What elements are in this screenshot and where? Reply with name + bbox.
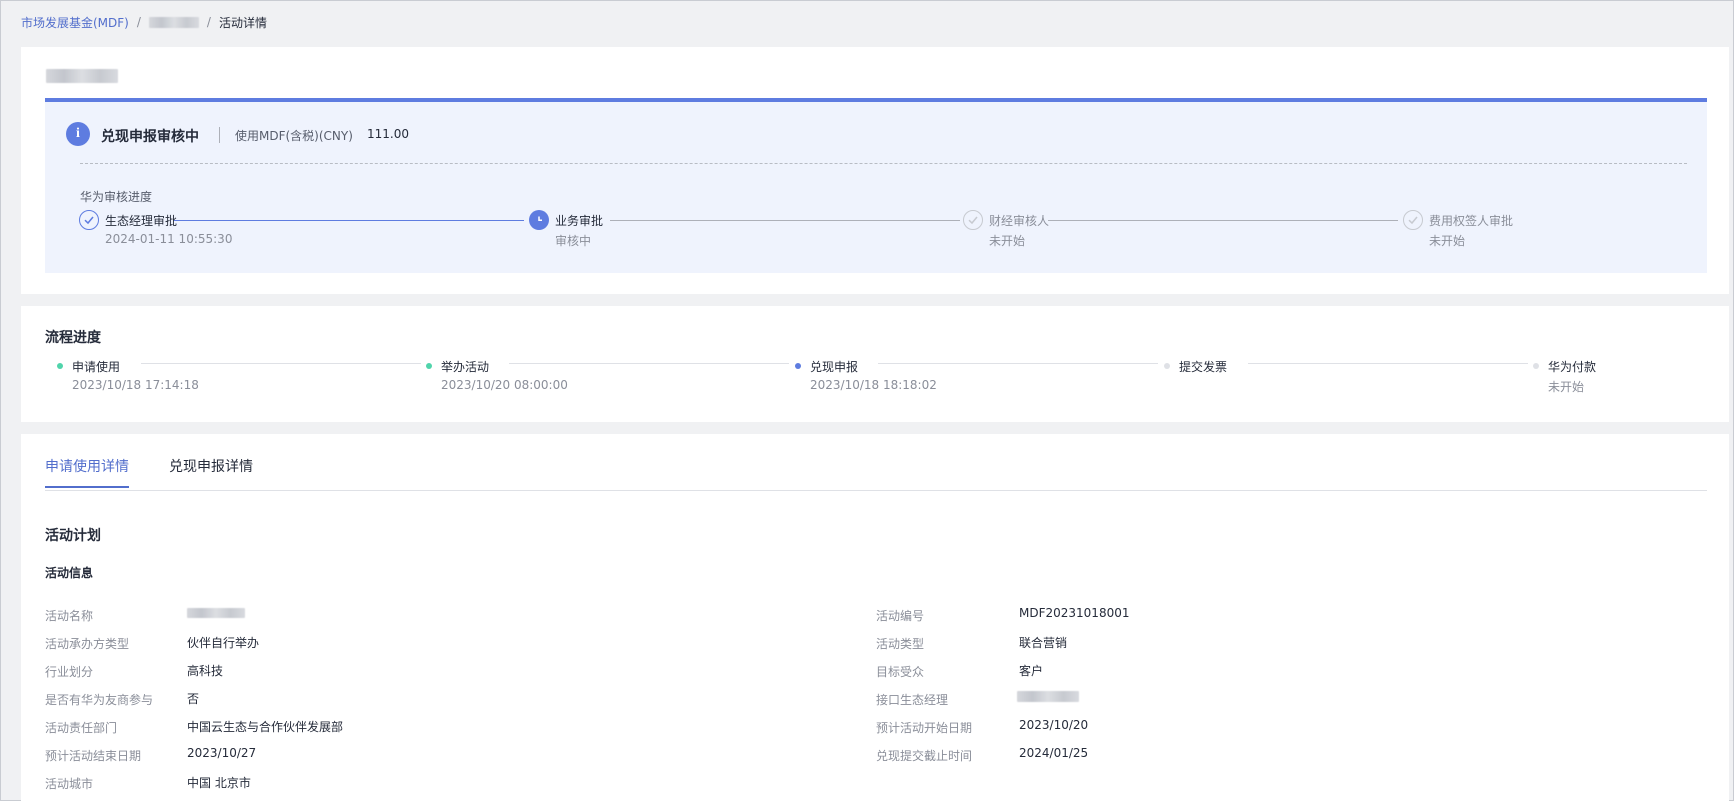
review-step-label: 业务审批: [555, 214, 604, 228]
flow-connector-1: [141, 363, 421, 364]
tab-claim-details[interactable]: 兑现申报详情: [169, 456, 253, 486]
flow-step-time: 2023/10/18 18:18:02: [810, 378, 937, 392]
review-step-label: 生态经理审批: [105, 214, 178, 228]
flow-step-label: 华为付款: [1548, 360, 1597, 374]
breadcrumb-mdf-link[interactable]: 市场发展基金(MDF): [21, 14, 129, 31]
detail-tabs: 申请使用详情 兑现申报详情: [45, 434, 1707, 491]
field-label-start-date: 预计活动开始日期: [876, 721, 973, 735]
check-circle-icon: [1403, 210, 1423, 230]
review-step-status: 未开始: [1429, 234, 1466, 248]
flow-step-dot: [57, 363, 63, 369]
activity-title-redacted: [46, 69, 118, 83]
review-step-status: 审核中: [555, 234, 592, 248]
flow-progress-title: 流程进度: [45, 330, 101, 346]
field-label-city: 活动城市: [45, 777, 94, 791]
flow-step-time: 2023/10/20 08:00:00: [441, 378, 568, 392]
field-label-activity-type: 活动类型: [876, 637, 925, 651]
check-circle-icon: [79, 210, 99, 230]
field-value-activity-id: MDF20231018001: [1019, 606, 1130, 620]
breadcrumb-redacted-link[interactable]: [148, 16, 199, 28]
flow-step-dot: [1533, 363, 1539, 369]
review-progress-label: 华为审核进度: [80, 190, 153, 204]
flow-connector-3: [878, 363, 1158, 364]
field-label-claim-deadline: 兑现提交截止时间: [876, 749, 973, 763]
flow-progress-card: 流程进度 申请使用 2023/10/18 17:14:18 举办活动 2023/…: [21, 306, 1729, 422]
review-step-label: 财经审核人: [989, 214, 1050, 228]
field-value-activity-name-redacted: [187, 608, 245, 618]
field-label-audience: 目标受众: [876, 665, 925, 679]
dotted-divider: [80, 163, 1687, 164]
field-value-department: 中国云生态与合作伙伴发展部: [187, 720, 344, 734]
field-value-ecosystem-manager-redacted: [1017, 691, 1079, 702]
field-value-activity-type: 联合营销: [1019, 636, 1068, 650]
mdf-amount-label: 使用MDF(含税)(CNY): [235, 129, 353, 143]
review-step-status: 未开始: [989, 234, 1026, 248]
flow-step-label: 提交发票: [1179, 360, 1228, 374]
clock-icon: [529, 210, 549, 230]
flow-connector-2: [509, 363, 789, 364]
flow-step-dot: [795, 363, 801, 369]
field-label-competitor-participation: 是否有华为友商参与: [45, 693, 154, 707]
flow-step-dot: [1164, 363, 1170, 369]
status-panel: i 兑现申报审核中 使用MDF(含税)(CNY) 111.00 华为审核进度 生…: [45, 98, 1707, 273]
field-label-organizer-type: 活动承办方类型: [45, 637, 130, 651]
flow-step-time: 2023/10/18 17:14:18: [72, 378, 199, 392]
info-icon: i: [66, 122, 90, 146]
flow-step-label: 兑现申报: [810, 360, 859, 374]
status-title: 兑现申报审核中: [101, 129, 199, 145]
review-connector-3: [1048, 220, 1398, 221]
flow-connector-4: [1248, 363, 1528, 364]
field-label-department: 活动责任部门: [45, 721, 118, 735]
review-step-time: 2024-01-11 10:55:30: [105, 232, 233, 246]
mdf-amount-value: 111.00: [367, 127, 409, 141]
field-label-end-date: 预计活动结束日期: [45, 749, 142, 763]
flow-step-status: 未开始: [1548, 380, 1585, 394]
field-value-industry: 高科技: [187, 664, 224, 678]
status-divider: [219, 127, 220, 143]
activity-status-card: i 兑现申报审核中 使用MDF(含税)(CNY) 111.00 华为审核进度 生…: [21, 47, 1729, 294]
field-value-end-date: 2023/10/27: [187, 746, 257, 760]
review-connector-2: [610, 220, 960, 221]
field-value-audience: 客户: [1019, 664, 1044, 678]
field-label-activity-id: 活动编号: [876, 609, 925, 623]
flow-step-label: 举办活动: [441, 360, 490, 374]
field-value-city: 中国 北京市: [187, 776, 251, 790]
flow-step-label: 申请使用: [72, 360, 121, 374]
breadcrumb-separator: /: [206, 15, 211, 29]
breadcrumb-current: 活动详情: [218, 15, 267, 30]
review-connector-1: [174, 220, 524, 221]
review-step-label: 费用权签人审批: [1429, 214, 1514, 228]
flow-step-dot: [426, 363, 432, 369]
activity-plan-title: 活动计划: [45, 528, 101, 544]
field-value-competitor-participation: 否: [187, 692, 200, 706]
breadcrumb: 市场发展基金(MDF) / / 活动详情: [21, 13, 267, 31]
field-value-claim-deadline: 2024/01/25: [1019, 746, 1089, 760]
tab-apply-details[interactable]: 申请使用详情: [45, 456, 129, 488]
field-label-activity-name: 活动名称: [45, 609, 94, 623]
field-value-start-date: 2023/10/20: [1019, 718, 1089, 732]
activity-info-title: 活动信息: [45, 566, 94, 580]
field-value-organizer-type: 伙伴自行举办: [187, 636, 260, 650]
field-label-ecosystem-manager: 接口生态经理: [876, 693, 949, 707]
details-card: 申请使用详情 兑现申报详情 活动计划 活动信息 活动名称 活动承办方类型 伙伴自…: [21, 434, 1729, 801]
breadcrumb-separator: /: [136, 15, 141, 29]
check-circle-icon: [963, 210, 983, 230]
field-label-industry: 行业划分: [45, 665, 94, 679]
